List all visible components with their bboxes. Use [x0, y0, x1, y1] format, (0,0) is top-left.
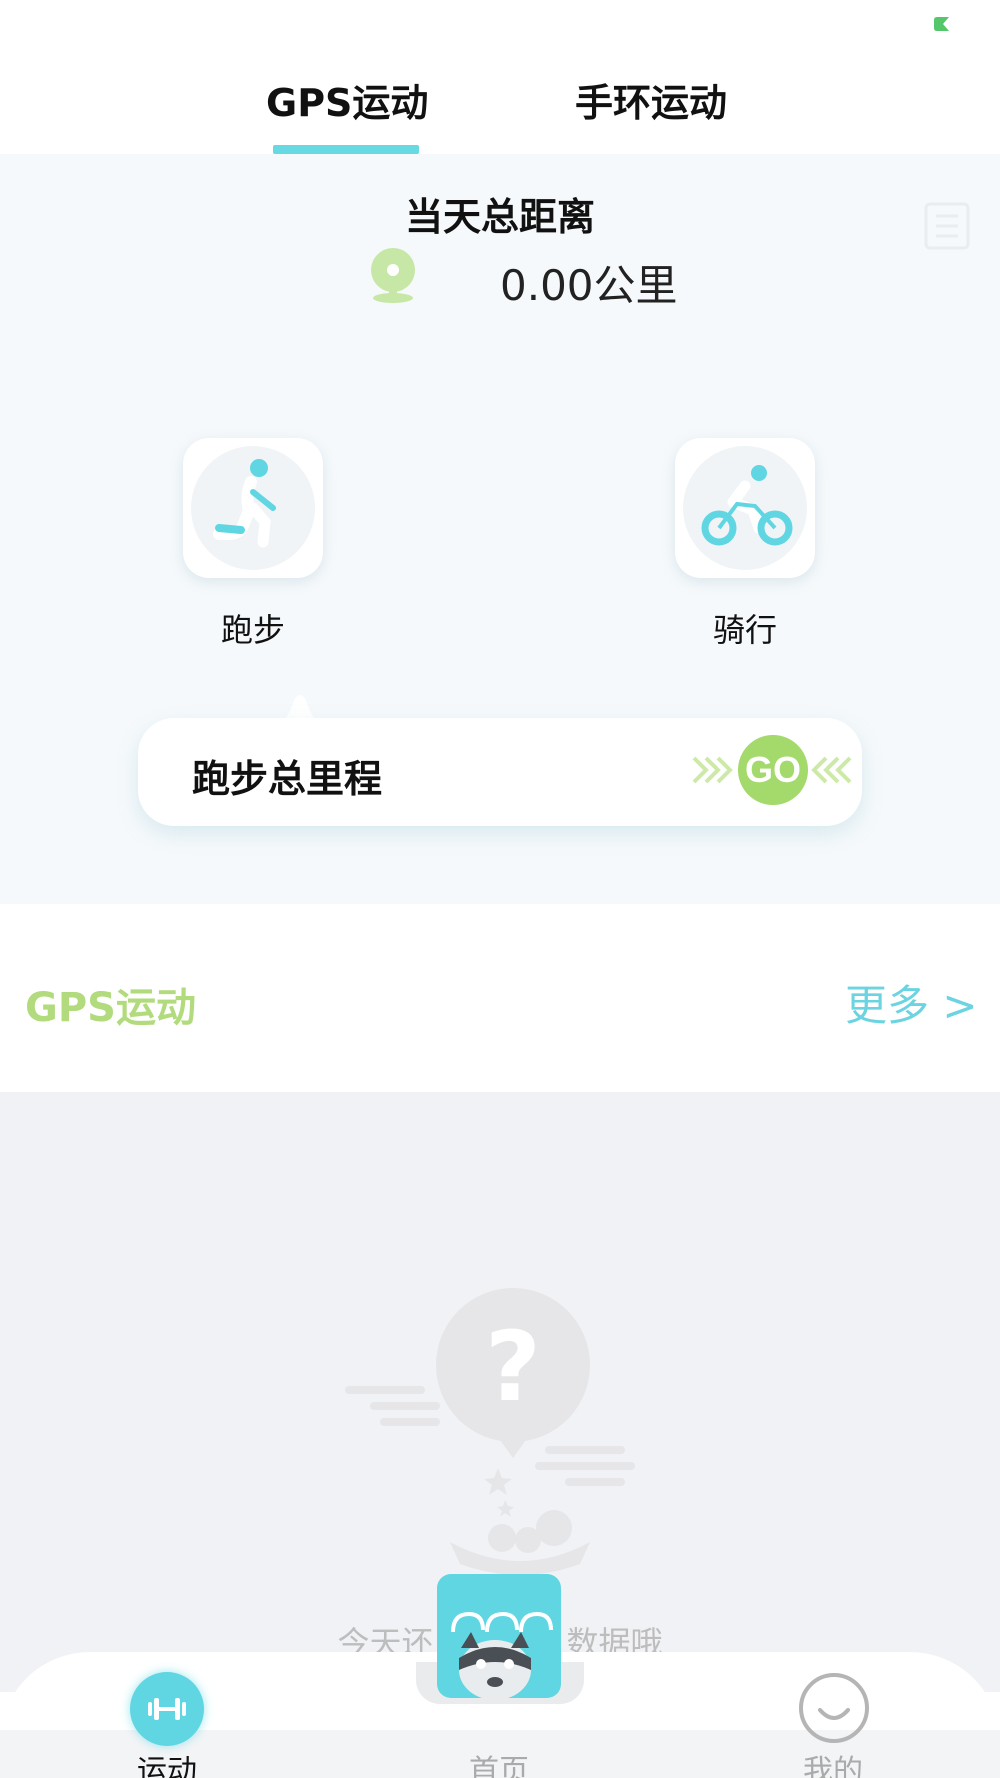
cycling-icon: [701, 465, 793, 546]
running-button[interactable]: [183, 438, 323, 578]
running-icon: [213, 459, 276, 548]
distance-number: 0.00: [500, 261, 594, 310]
gps-section-title: GPS运动: [25, 985, 196, 1031]
cycling-label: 骑行: [712, 611, 777, 649]
smile-icon[interactable]: [798, 1672, 870, 1744]
daily-distance-title: 当天总距离: [404, 195, 595, 239]
tab-band-sport[interactable]: 手环运动: [575, 72, 727, 127]
more-link[interactable]: 更多 >: [845, 972, 978, 1033]
go-button[interactable]: GO: [738, 735, 808, 805]
running-mileage-title: 跑步总里程: [192, 757, 383, 801]
status-indicator-icon: [934, 17, 949, 31]
location-pin-icon: [371, 248, 415, 303]
distance-unit: 公里: [593, 261, 678, 310]
active-tab-indicator: [273, 145, 419, 154]
nav-sport-button[interactable]: [130, 1672, 204, 1746]
running-label: 跑步: [220, 611, 285, 649]
dumbbell-icon: [148, 1698, 186, 1720]
svg-text:?: ?: [485, 1311, 541, 1423]
nav-home-label[interactable]: 首页: [419, 1746, 579, 1778]
empty-state-illustration: ?: [345, 1288, 635, 1575]
daily-distance-value: 0.00公里: [500, 252, 678, 313]
cycling-button[interactable]: [675, 438, 815, 578]
nav-sport-label[interactable]: 运动: [87, 1746, 247, 1778]
list-icon[interactable]: [922, 200, 972, 252]
tab-gps-sport[interactable]: GPS运动: [266, 72, 428, 127]
raccoon-logo-icon: [451, 1611, 553, 1698]
nav-mine-label[interactable]: 我的: [753, 1746, 913, 1778]
nav-home-button[interactable]: [437, 1574, 561, 1698]
